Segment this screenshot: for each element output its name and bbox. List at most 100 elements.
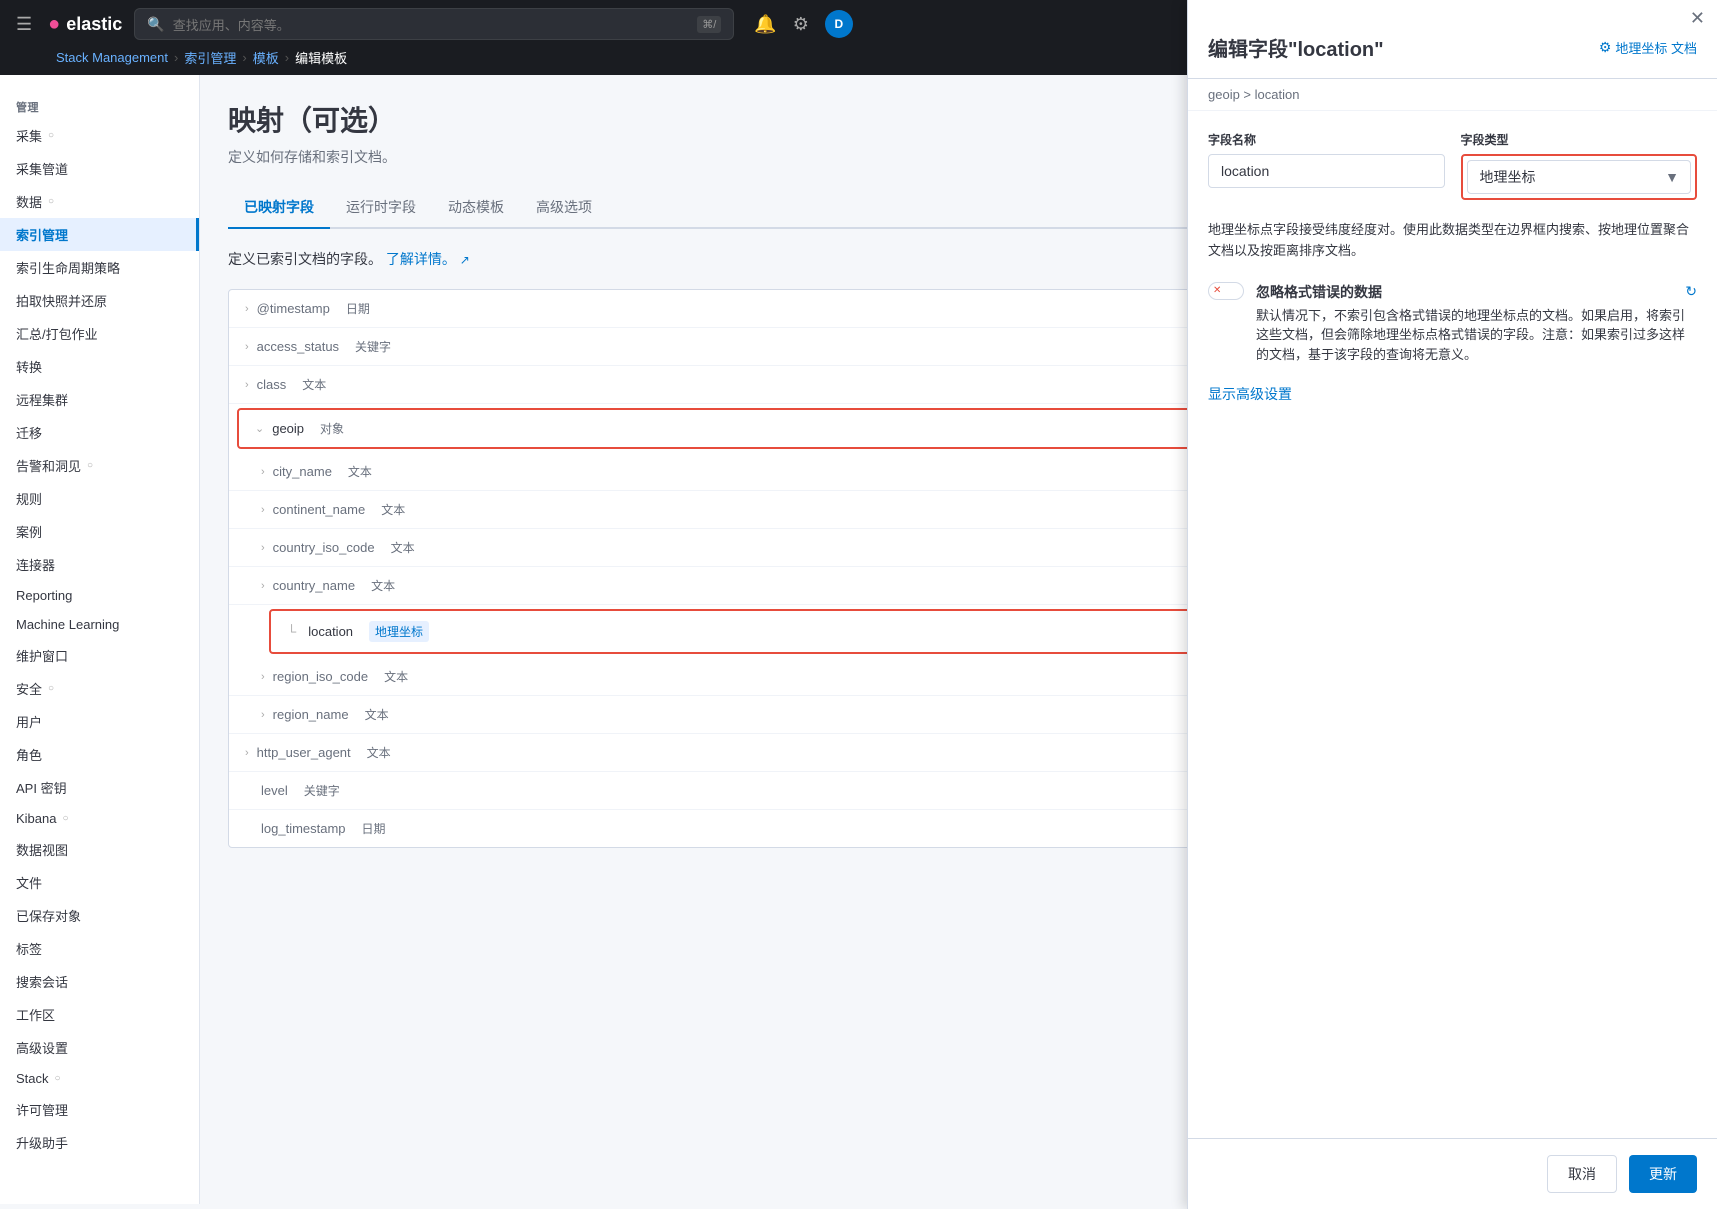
field-type-level: 关键字	[304, 782, 340, 799]
sidebar-item-data[interactable]: 数据 ○	[0, 185, 199, 218]
sidebar-item-tags[interactable]: 标签	[0, 932, 199, 965]
sidebar-item-alerts[interactable]: 告警和洞见 ○	[0, 449, 199, 482]
field-type-select-wrapper: 地理坐标 地理形状 文本 关键字 日期 ▼	[1467, 160, 1692, 194]
sidebar-item-upgrade[interactable]: 升级助手	[0, 1126, 199, 1159]
search-shortcut-badge: ⌘/	[697, 16, 721, 33]
field-type-class: 文本	[302, 376, 326, 393]
sidebar-item-connectors[interactable]: 连接器	[0, 548, 199, 581]
overlay-footer: 取消 更新	[1188, 1138, 1717, 1209]
sidebar-item-rollup[interactable]: 汇总/打包作业	[0, 317, 199, 350]
sidebar-item-license[interactable]: 许可管理	[0, 1093, 199, 1126]
sidebar-item-workspace[interactable]: 工作区	[0, 998, 199, 1031]
sidebar-item-security[interactable]: 安全 ○	[0, 672, 199, 705]
ignore-malformed-content: 忽略格式错误的数据 ↻ 默认情况下，不索引包含格式错误的地理坐标点的文档。如果启…	[1256, 282, 1697, 365]
field-type-city-name: 文本	[348, 463, 372, 480]
field-name-group: 字段名称	[1208, 131, 1445, 200]
expand-icon-http-user-agent[interactable]: ›	[245, 747, 249, 759]
field-name-access-status: access_status	[257, 339, 339, 354]
field-type-timestamp: 日期	[346, 300, 370, 317]
expand-icon-city-name[interactable]: ›	[261, 466, 265, 478]
breadcrumb-sep-2: ›	[242, 50, 246, 65]
sidebar-item-lifecycle[interactable]: 索引生命周期策略	[0, 251, 199, 284]
expand-icon-region-iso-code[interactable]: ›	[261, 671, 265, 683]
field-type-geoip: 对象	[320, 420, 344, 437]
tab-mapped-fields[interactable]: 已映射字段	[228, 187, 330, 229]
search-placeholder: 查找应用、内容等。	[173, 15, 690, 34]
expand-icon-country-name[interactable]: ›	[261, 580, 265, 592]
expand-icon-region-name[interactable]: ›	[261, 709, 265, 721]
sidebar-item-ml[interactable]: Machine Learning	[0, 610, 199, 639]
global-search-bar[interactable]: 🔍 查找应用、内容等。 ⌘/	[134, 8, 734, 40]
field-name-log-timestamp: log_timestamp	[261, 821, 346, 836]
sidebar-item-api-keys[interactable]: API 密钥	[0, 771, 199, 804]
sidebar-item-index-management[interactable]: 索引管理	[0, 218, 199, 251]
sidebar-item-data-views[interactable]: 数据视图	[0, 833, 199, 866]
field-name-input[interactable]	[1208, 154, 1445, 188]
refresh-icon[interactable]: ↻	[1685, 283, 1697, 300]
sidebar: 管理 采集 ○ 采集管道 数据 ○ 索引管理 索引生命周期策略 拍取快照并还原 …	[0, 75, 200, 1204]
field-type-label: 字段类型	[1461, 131, 1698, 148]
settings-icon[interactable]: ⚙	[793, 14, 809, 35]
sidebar-item-users[interactable]: 用户	[0, 705, 199, 738]
tab-dynamic-templates[interactable]: 动态模板	[432, 187, 520, 229]
sidebar-item-files[interactable]: 文件	[0, 866, 199, 899]
learn-more-link[interactable]: 了解详情。	[386, 251, 456, 267]
elastic-logo: ● elastic	[48, 13, 122, 36]
breadcrumb-templates[interactable]: 模板	[253, 48, 279, 67]
field-type-info-box: 地理坐标点字段接受纬度经度对。使用此数据类型在边界框内搜索、按地理位置聚合文档以…	[1208, 220, 1697, 262]
hamburger-menu[interactable]: ☰	[16, 14, 32, 35]
ignore-malformed-toggle-group: ✕	[1208, 282, 1244, 300]
overlay-body: 字段名称 字段类型 地理坐标 地理形状 文本 关键字 日期	[1188, 111, 1717, 1138]
field-type-access-status: 关键字	[355, 338, 391, 355]
expand-icon-country-iso-code[interactable]: ›	[261, 542, 265, 554]
sidebar-item-snapshot[interactable]: 拍取快照并还原	[0, 284, 199, 317]
expand-icon-access-status[interactable]: ›	[245, 341, 249, 353]
sidebar-item-saved-objects[interactable]: 已保存对象	[0, 899, 199, 932]
expand-icon-continent-name[interactable]: ›	[261, 504, 265, 516]
field-name-region-name: region_name	[273, 707, 349, 722]
sidebar-item-reporting[interactable]: Reporting	[0, 581, 199, 610]
sidebar-item-kibana[interactable]: Kibana ○	[0, 804, 199, 833]
ignore-malformed-toggle[interactable]: ✕	[1208, 282, 1244, 300]
sidebar-item-migration[interactable]: 迁移	[0, 416, 199, 449]
collapse-icon-geoip[interactable]: ⌄	[255, 422, 264, 435]
field-name-geoip: geoip	[272, 421, 304, 436]
save-button[interactable]: 更新	[1629, 1155, 1697, 1193]
sidebar-item-transform[interactable]: 转换	[0, 350, 199, 383]
tab-advanced[interactable]: 高级选项	[520, 187, 608, 229]
sidebar-item-stack[interactable]: Stack ○	[0, 1064, 199, 1093]
overlay-title: 编辑字段"location"	[1208, 33, 1384, 62]
main-layout: 管理 采集 ○ 采集管道 数据 ○ 索引管理 索引生命周期策略 拍取快照并还原 …	[0, 75, 1717, 1204]
field-type-box: 地理坐标 地理形状 文本 关键字 日期 ▼	[1461, 154, 1698, 200]
field-type-region-name: 文本	[365, 706, 389, 723]
ignore-malformed-row: ✕ 忽略格式错误的数据 ↻ 默认情况下，不索引包含格式错误的地理坐标点的文档。如…	[1208, 282, 1697, 365]
sidebar-item-ingest[interactable]: 采集 ○	[0, 119, 199, 152]
breadcrumb-index-management[interactable]: 索引管理	[184, 48, 236, 67]
search-icon: 🔍	[147, 16, 164, 33]
show-advanced-settings-button[interactable]: 显示高级设置	[1208, 384, 1292, 404]
ignore-malformed-description: 默认情况下，不索引包含格式错误的地理坐标点的文档。如果启用，将索引这些文档，但会…	[1256, 306, 1697, 365]
field-type-select[interactable]: 地理坐标 地理形状 文本 关键字 日期	[1467, 160, 1692, 194]
sidebar-item-ingest-pipeline[interactable]: 采集管道	[0, 152, 199, 185]
overlay-doc-link[interactable]: ⚙ 地理坐标 文档	[1599, 38, 1697, 57]
sidebar-item-advanced-settings[interactable]: 高级设置	[0, 1031, 199, 1064]
sidebar-item-cases[interactable]: 案例	[0, 515, 199, 548]
expand-icon-class[interactable]: ›	[245, 379, 249, 391]
overlay-header: 编辑字段"location" ⚙ 地理坐标 文档	[1188, 29, 1717, 79]
field-name-country-iso-code: country_iso_code	[273, 540, 375, 555]
user-avatar[interactable]: D	[825, 10, 853, 38]
expand-icon-timestamp[interactable]: ›	[245, 303, 249, 315]
sidebar-item-rules[interactable]: 规则	[0, 482, 199, 515]
tab-runtime-fields[interactable]: 运行时字段	[330, 187, 432, 229]
sidebar-item-maintenance[interactable]: 维护窗口	[0, 639, 199, 672]
notifications-icon[interactable]: 🔔	[754, 14, 776, 35]
breadcrumb-sep-1: ›	[174, 50, 178, 65]
cancel-button[interactable]: 取消	[1547, 1155, 1617, 1193]
field-type-country-iso-code: 文本	[391, 539, 415, 556]
sidebar-item-roles[interactable]: 角色	[0, 738, 199, 771]
sidebar-item-search-sessions[interactable]: 搜索会话	[0, 965, 199, 998]
overlay-close-button[interactable]: ✕	[1690, 8, 1705, 29]
breadcrumb-stack-management[interactable]: Stack Management	[56, 50, 168, 65]
field-name-class: class	[257, 377, 287, 392]
sidebar-item-remote-cluster[interactable]: 远程集群	[0, 383, 199, 416]
